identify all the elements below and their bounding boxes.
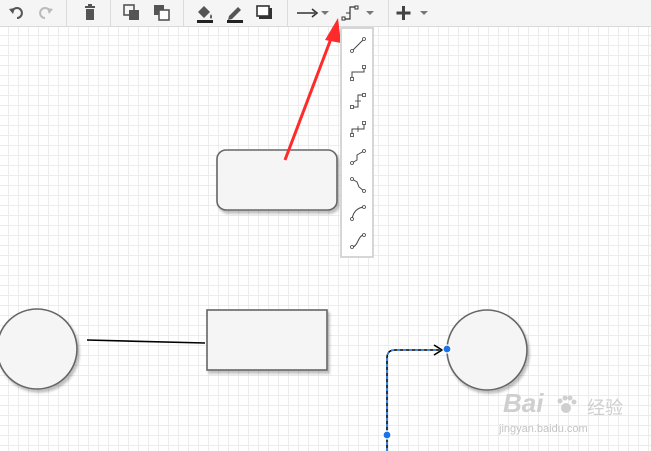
curved-icon	[350, 205, 366, 221]
waypoint-orthogonal[interactable]	[348, 63, 368, 83]
baidu-watermark: Bai 经验 jingyan.baidu.com	[497, 388, 647, 438]
circle-shape-right[interactable]	[446, 309, 528, 391]
connector-start-handle[interactable]	[382, 430, 392, 440]
elbow-connector[interactable]	[386, 349, 440, 451]
rectangle-shape[interactable]	[206, 309, 328, 371]
rounded-rectangle-shape[interactable]	[216, 149, 338, 211]
diagram-layer	[0, 18, 528, 451]
straight-icon	[350, 37, 366, 53]
isometric-vertical-icon	[350, 177, 366, 193]
selection-outline	[386, 349, 440, 451]
orthogonal-icon	[350, 65, 366, 81]
paw-icon	[557, 395, 577, 413]
waypoint-isometric-horizontal[interactable]	[348, 147, 368, 167]
entity-relation-icon	[350, 233, 366, 249]
vertical-elbow-icon	[350, 121, 366, 137]
connector-end-handle[interactable]	[442, 344, 452, 354]
annotation-arrowhead	[325, 18, 341, 43]
waypoint-vertical-elbow[interactable]	[348, 119, 368, 139]
watermark-chinese: 经验	[587, 398, 623, 419]
circle-shape-left[interactable]	[0, 308, 78, 390]
watermark-brand: Bai	[503, 388, 544, 418]
annotation-arrow	[283, 35, 334, 161]
horizontal-elbow-icon	[350, 93, 366, 109]
watermark-url: jingyan.baidu.com	[499, 423, 588, 435]
connector-line[interactable]	[86, 339, 206, 344]
waypoints-dropdown	[340, 27, 374, 258]
waypoint-horizontal-elbow[interactable]	[348, 91, 368, 111]
waypoint-entity-relation[interactable]	[348, 231, 368, 251]
waypoint-isometric-vertical[interactable]	[348, 175, 368, 195]
isometric-horizontal-icon	[350, 149, 366, 165]
waypoint-straight[interactable]	[348, 35, 368, 55]
waypoint-curved[interactable]	[348, 203, 368, 223]
